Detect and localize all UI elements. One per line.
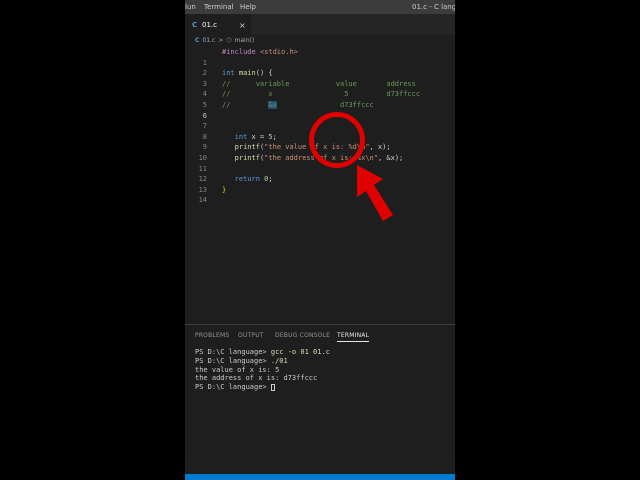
terminal-line[interactable]: PS D:\C language> xyxy=(195,383,275,392)
cube-icon: ⬡ xyxy=(226,37,232,44)
code-line: 3 int main() { xyxy=(185,68,455,88)
code-text: x = xyxy=(247,132,269,141)
tab-terminal[interactable]: TERMINAL xyxy=(337,331,370,342)
function-name: printf xyxy=(234,143,260,152)
breadcrumb-file[interactable]: 01.c xyxy=(202,37,215,44)
tab-output[interactable]: OUTPUT xyxy=(238,331,264,341)
terminal-prompt: PS D:\C language> xyxy=(195,356,271,365)
keyword: int xyxy=(222,69,235,78)
text-selection: &x xyxy=(268,101,277,109)
code-text: () { xyxy=(255,69,273,78)
code-text: , x); xyxy=(369,143,391,152)
function-name: main xyxy=(238,69,256,78)
code-editor[interactable]: 1 #include <stdio.h> 2 3 int main() { 4 … xyxy=(185,47,455,317)
code-line: 12 xyxy=(185,164,455,183)
editor-tab-bar: C 01.c × xyxy=(185,14,455,36)
menu-run[interactable]: lun xyxy=(185,0,196,14)
tab-debug-console[interactable]: DEBUG CONSOLE xyxy=(275,331,330,341)
chevron-right-icon: > xyxy=(218,37,224,44)
comment: d73ffccc xyxy=(276,101,374,109)
function-name: printf xyxy=(234,154,260,162)
comment: // xyxy=(222,101,269,109)
tab-label: 01.c xyxy=(202,21,217,29)
menu-bar: lun Terminal Help 01.c - C langua xyxy=(185,0,455,14)
code-line: 4 // variable value address xyxy=(185,79,455,99)
terminal-prompt: PS D:\C language> xyxy=(195,383,271,392)
terminal-command: gcc -o 01 01.c xyxy=(270,348,330,356)
preprocessor-directive: #include xyxy=(222,48,256,56)
menu-terminal[interactable]: Terminal xyxy=(204,0,234,14)
code-line: 1 #include <stdio.h> xyxy=(185,47,455,67)
terminal-line: PS D:\C language> ./01 xyxy=(195,357,288,366)
close-icon[interactable]: × xyxy=(239,15,246,36)
breadcrumb-symbol[interactable]: main() xyxy=(235,37,255,44)
code-text: ; xyxy=(268,175,273,184)
code-line: 2 xyxy=(185,58,455,77)
annotation-circle xyxy=(309,112,365,168)
code-line: 14 } xyxy=(185,185,455,205)
annotation-arrow-icon xyxy=(357,165,393,221)
breadcrumb: C 01.c > ⬡ main() xyxy=(195,35,257,47)
c-file-icon: C xyxy=(195,37,200,44)
code-text: , &x); xyxy=(377,154,404,162)
terminal-output: the address of x is: d73ffccc xyxy=(195,374,318,383)
code-line: 5 // x 5 d73ffccc xyxy=(185,89,455,109)
tab-problems[interactable]: PROBLEMS xyxy=(195,331,229,341)
code-text: ; xyxy=(272,132,277,141)
vscode-window: lun Terminal Help 01.c - C langua C 01.c… xyxy=(185,0,455,480)
tab-01-c[interactable]: C 01.c × xyxy=(185,14,251,36)
window-title: 01.c - C langua xyxy=(412,3,455,11)
terminal-line: PS D:\C language> gcc -o 01 01.c xyxy=(195,348,330,357)
terminal-cursor xyxy=(270,383,275,391)
closing-brace: } xyxy=(222,185,227,194)
code-line: 13 return 0; xyxy=(185,174,455,194)
code-line-active: 6 // &x d73ffccc xyxy=(185,100,455,120)
bottom-panel: PROBLEMS OUTPUT DEBUG CONSOLE TERMINAL P… xyxy=(185,324,455,475)
comment: // x 5 d73ffccc xyxy=(222,90,421,99)
menu-help[interactable]: Help xyxy=(240,0,256,14)
keyword: int xyxy=(234,132,248,141)
line-number: 14 xyxy=(198,196,207,205)
comment: // variable value address xyxy=(222,79,416,88)
terminal-prompt: PS D:\C language> xyxy=(195,348,271,356)
c-file-icon: C xyxy=(192,21,198,29)
keyword: return xyxy=(234,175,260,184)
terminal-command: ./01 xyxy=(270,356,288,365)
include-header: <stdio.h> xyxy=(259,48,298,56)
status-bar xyxy=(185,474,455,480)
terminal-output: the value of x is: 5 xyxy=(195,365,280,374)
